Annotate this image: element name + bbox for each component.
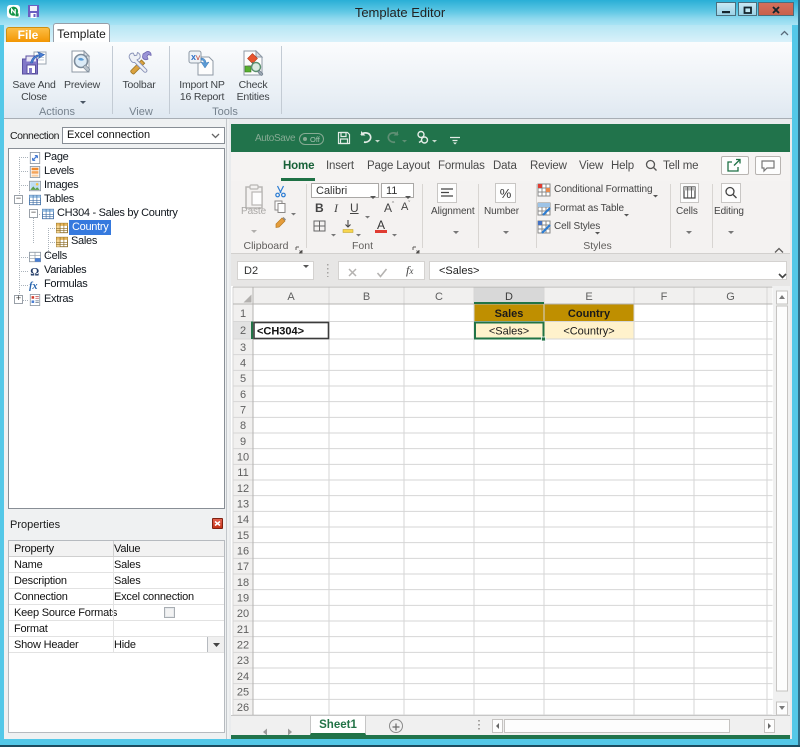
svg-text:v: v — [196, 53, 200, 62]
svg-text:<CH304>: <CH304> — [257, 326, 304, 338]
svg-text:F: F — [661, 291, 668, 303]
svg-text:Sales: Sales — [495, 308, 524, 320]
svg-text:24: 24 — [237, 671, 249, 683]
svg-text:8: 8 — [240, 420, 246, 432]
svg-text:26: 26 — [237, 702, 249, 714]
svg-text:9: 9 — [240, 436, 246, 448]
svg-text:<Country>: <Country> — [563, 326, 614, 338]
svg-text:fx: fx — [29, 281, 38, 291]
svg-text:22: 22 — [237, 640, 249, 652]
svg-text:14: 14 — [237, 514, 249, 526]
svg-text:C: C — [435, 291, 443, 303]
svg-text:B: B — [363, 291, 370, 303]
svg-text:6: 6 — [240, 389, 246, 401]
svg-text:13: 13 — [237, 499, 249, 511]
svg-text:19: 19 — [237, 593, 249, 605]
svg-text:G: G — [726, 291, 735, 303]
svg-text:18: 18 — [237, 577, 249, 589]
svg-text:Ω: Ω — [30, 266, 39, 277]
svg-text:20: 20 — [237, 608, 249, 620]
svg-text:21: 21 — [237, 624, 249, 636]
svg-text:11: 11 — [237, 467, 248, 479]
svg-text:A: A — [287, 291, 295, 303]
svg-text:Country: Country — [568, 308, 611, 320]
svg-text:16: 16 — [237, 546, 249, 558]
svg-text:4: 4 — [240, 358, 246, 370]
svg-text:23: 23 — [237, 655, 249, 667]
svg-text:25: 25 — [237, 687, 249, 699]
svg-text:D: D — [505, 291, 513, 303]
svg-text:<Sales>: <Sales> — [489, 326, 529, 338]
svg-text:12: 12 — [237, 483, 249, 495]
svg-text:7: 7 — [240, 405, 246, 417]
svg-text:1: 1 — [240, 308, 246, 320]
svg-text:5: 5 — [240, 373, 246, 385]
svg-text:E: E — [585, 291, 592, 303]
svg-text:2: 2 — [240, 325, 246, 337]
svg-text:10: 10 — [237, 452, 249, 464]
svg-text:17: 17 — [237, 561, 249, 573]
svg-text:15: 15 — [237, 530, 249, 542]
svg-text:3: 3 — [240, 342, 246, 354]
